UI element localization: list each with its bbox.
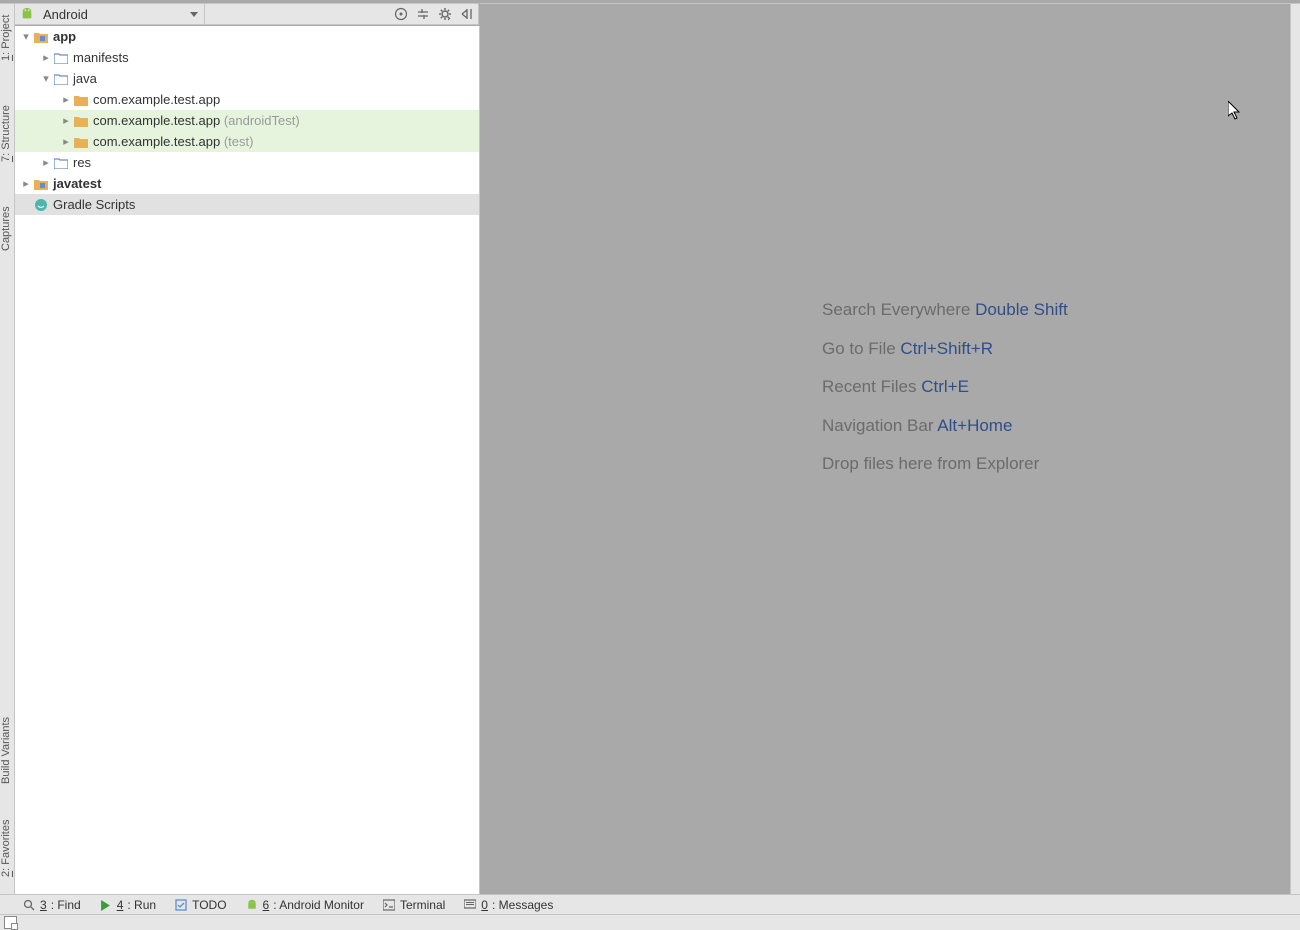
folder-icon <box>53 50 69 66</box>
tree-node-label: Gradle Scripts <box>53 197 135 212</box>
tree-node-manifests[interactable]: ▸ manifests <box>15 47 479 68</box>
expander-icon[interactable]: ▸ <box>39 156 53 169</box>
hint-search-everywhere: Search Everywhere Double Shift <box>822 291 1068 330</box>
tab-messages[interactable]: 0: Messages <box>463 898 553 912</box>
android-icon <box>245 898 259 912</box>
module-folder-icon <box>33 29 49 45</box>
android-icon <box>19 6 35 22</box>
tab-run[interactable]: 4: Run <box>99 898 156 912</box>
tree-node-package-main[interactable]: ▸ com.example.test.app <box>15 89 479 110</box>
hint-go-to-file: Go to File Ctrl+Shift+R <box>822 330 1068 369</box>
tree-node-package-androidtest[interactable]: ▸ com.example.test.app (androidTest) <box>15 110 479 131</box>
expander-icon[interactable]: ▸ <box>39 51 53 64</box>
editor-hints: Search Everywhere Double Shift Go to Fil… <box>822 291 1068 484</box>
tree-node-java[interactable]: ▾ java <box>15 68 479 89</box>
expander-icon[interactable]: ▸ <box>59 93 73 106</box>
hint-drop-files: Drop files here from Explorer <box>822 445 1068 484</box>
tab-todo[interactable]: TODO <box>174 898 226 912</box>
tree-node-gradle-scripts[interactable]: Gradle Scripts <box>15 194 479 215</box>
tree-node-suffix: (androidTest) <box>224 113 300 128</box>
tree-node-suffix: (test) <box>224 134 254 149</box>
tab-find[interactable]: 3: Find <box>22 898 81 912</box>
expander-icon[interactable]: ▸ <box>59 114 73 127</box>
tree-node-package-test[interactable]: ▸ com.example.test.app (test) <box>15 131 479 152</box>
tree-node-res[interactable]: ▸ res <box>15 152 479 173</box>
status-indicator-icon[interactable] <box>4 916 17 929</box>
run-icon <box>99 898 113 912</box>
tree-node-label: java <box>73 71 97 86</box>
tree-node-label: res <box>73 155 91 170</box>
bottom-tool-bar: 3: Find 4: Run TODO 6: Android Monitor T… <box>0 894 1300 915</box>
expander-placeholder <box>19 199 33 211</box>
tree-node-label: app <box>53 29 76 44</box>
tree-node-label: javatest <box>53 176 101 191</box>
project-view-selector[interactable]: Android <box>15 4 205 24</box>
package-icon <box>73 92 89 108</box>
collapse-all-icon[interactable] <box>412 3 434 25</box>
project-tool-header: Android <box>15 3 479 25</box>
tab-captures[interactable]: Captures <box>0 197 14 261</box>
folder-icon <box>53 71 69 87</box>
tree-node-label: com.example.test.app <box>93 92 220 107</box>
scroll-from-source-icon[interactable] <box>390 3 412 25</box>
package-icon <box>73 113 89 129</box>
search-icon <box>22 898 36 912</box>
chevron-down-icon <box>190 12 198 17</box>
expander-icon[interactable]: ▾ <box>39 72 53 85</box>
package-icon <box>73 134 89 150</box>
hide-tool-window-icon[interactable] <box>456 3 478 25</box>
module-folder-icon <box>33 176 49 192</box>
folder-icon <box>53 155 69 171</box>
status-bar <box>0 914 1300 930</box>
tree-node-label: manifests <box>73 50 129 65</box>
tab-favorites[interactable]: 2: Favorites <box>0 810 14 886</box>
tree-node-app[interactable]: ▾ app <box>15 26 479 47</box>
tree-node-label: com.example.test.app <box>93 134 220 149</box>
tab-terminal[interactable]: Terminal <box>382 898 445 912</box>
tree-node-javatest[interactable]: ▸ javatest <box>15 173 479 194</box>
hint-recent-files: Recent Files Ctrl+E <box>822 368 1068 407</box>
project-view-label: Android <box>43 7 88 22</box>
tab-project[interactable]: 1: Project <box>0 4 14 72</box>
tab-structure[interactable]: 7: Structure <box>0 94 14 174</box>
messages-icon <box>463 898 477 912</box>
project-tree[interactable]: ▾ app ▸ manifests ▾ java ▸ com.example.t… <box>15 26 480 895</box>
expander-icon[interactable]: ▸ <box>19 177 33 190</box>
tree-node-label: com.example.test.app <box>93 113 220 128</box>
gear-icon[interactable] <box>434 3 456 25</box>
left-tool-tab-strip: 1: Project 7: Structure Captures Build V… <box>0 3 15 896</box>
hint-navigation-bar: Navigation Bar Alt+Home <box>822 407 1068 446</box>
todo-icon <box>174 898 188 912</box>
expander-icon[interactable]: ▾ <box>19 30 33 43</box>
tab-build-variants[interactable]: Build Variants <box>0 704 14 796</box>
editor-placeholder[interactable]: Search Everywhere Double Shift Go to Fil… <box>480 3 1290 895</box>
right-tool-tab-strip <box>1290 3 1300 896</box>
gradle-icon <box>33 197 49 213</box>
terminal-icon <box>382 898 396 912</box>
tab-android-monitor[interactable]: 6: Android Monitor <box>245 898 364 912</box>
expander-icon[interactable]: ▸ <box>59 135 73 148</box>
